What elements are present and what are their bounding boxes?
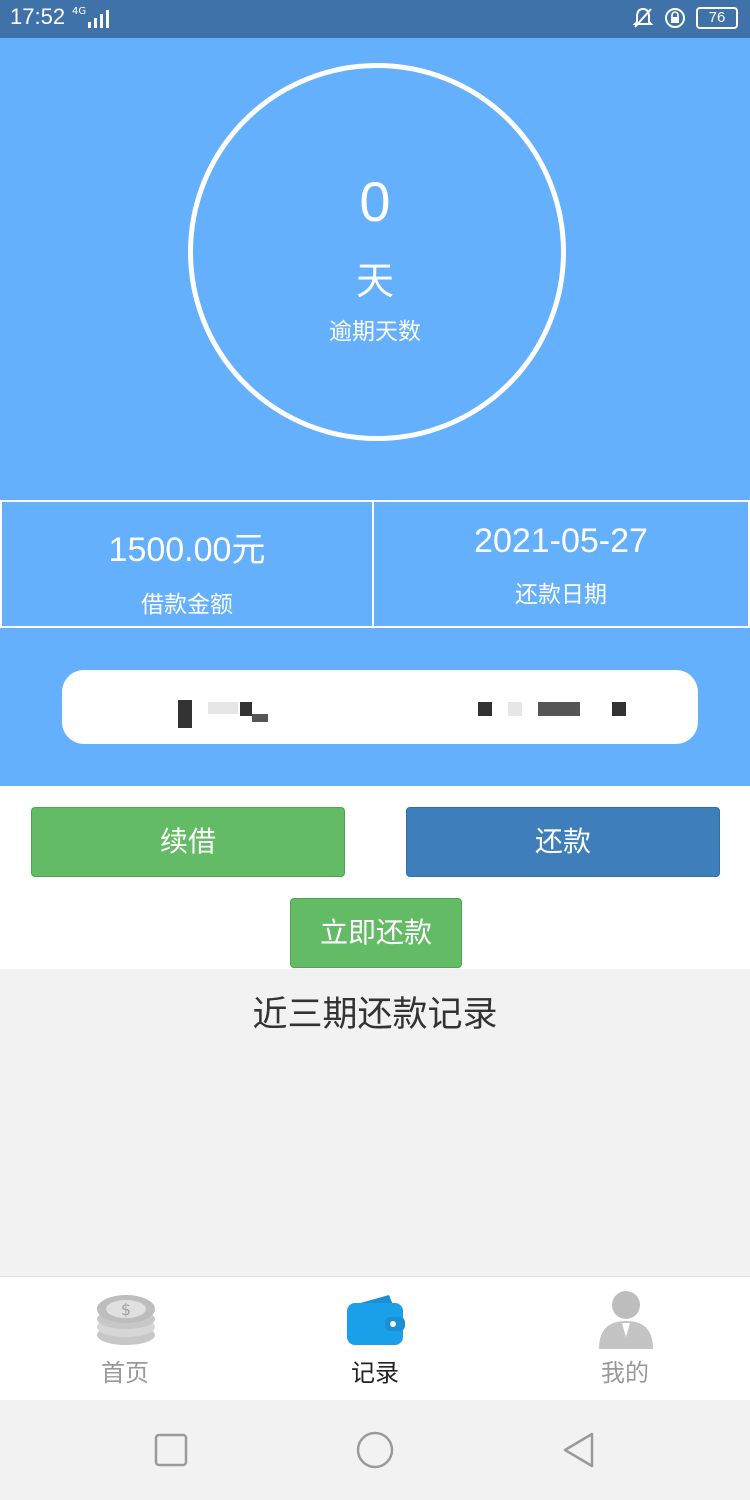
redacted-block [178,700,192,728]
bottom-tab-bar: $ 首页 记录 我的 [0,1276,750,1401]
coins-icon: $ [97,1295,155,1345]
renew-button[interactable]: 续借 [31,807,345,877]
due-date-cell: 2021-05-27 还款日期 [372,500,750,628]
tab-mine[interactable]: 我的 [500,1277,750,1401]
mute-bell-icon [632,7,654,28]
tab-home-label: 首页 [101,1359,149,1387]
svg-text:$: $ [121,1300,131,1319]
battery-icon: 76 [696,7,738,29]
user-icon [599,1291,653,1349]
loan-amount-value: 1500.00元 [108,531,266,569]
redacted-block [240,702,252,716]
due-date-label: 还款日期 [515,582,607,608]
repay-button[interactable]: 还款 [406,807,720,877]
redacted-block [538,702,580,716]
signal-icon [88,10,109,28]
redacted-block [252,714,268,722]
overdue-days-value: 0 [359,170,391,233]
overdue-days-label: 逾期天数 [329,319,421,345]
status-bar: 17:52 4G 76 [0,0,750,38]
recent-apps-icon[interactable] [154,1433,188,1467]
status-time: 17:52 [10,4,66,29]
tab-records-label: 记录 [351,1359,399,1387]
system-nav-bar [0,1400,750,1500]
back-icon[interactable] [560,1431,598,1469]
repay-now-button[interactable]: 立即还款 [290,898,462,968]
tab-mine-label: 我的 [601,1359,649,1387]
tab-home[interactable]: $ 首页 [0,1277,250,1401]
network-type: 4G [72,6,87,17]
home-icon[interactable] [355,1430,395,1470]
redacted-block [612,702,626,716]
redacted-block [478,702,492,716]
loan-amount-label: 借款金额 [141,592,233,618]
redacted-block [208,702,238,714]
redacted-block [508,702,522,716]
action-area: 续借 还款 立即还款 [0,786,750,969]
overdue-days-unit: 天 [355,259,394,303]
lock-rotation-icon [665,8,685,28]
wallet-icon [347,1295,405,1345]
records-title: 近三期还款记录 [252,995,498,1035]
loan-stats: 1500.00元 借款金额 2021-05-27 还款日期 [0,500,750,628]
tab-records[interactable]: 记录 [250,1277,500,1401]
due-date-value: 2021-05-27 [474,522,648,560]
redacted-info-bar [62,670,698,744]
overdue-panel: 0 天 逾期天数 1500.00元 借款金额 2021-05-27 还款日期 [0,38,750,786]
loan-amount-cell: 1500.00元 借款金额 [0,500,374,628]
